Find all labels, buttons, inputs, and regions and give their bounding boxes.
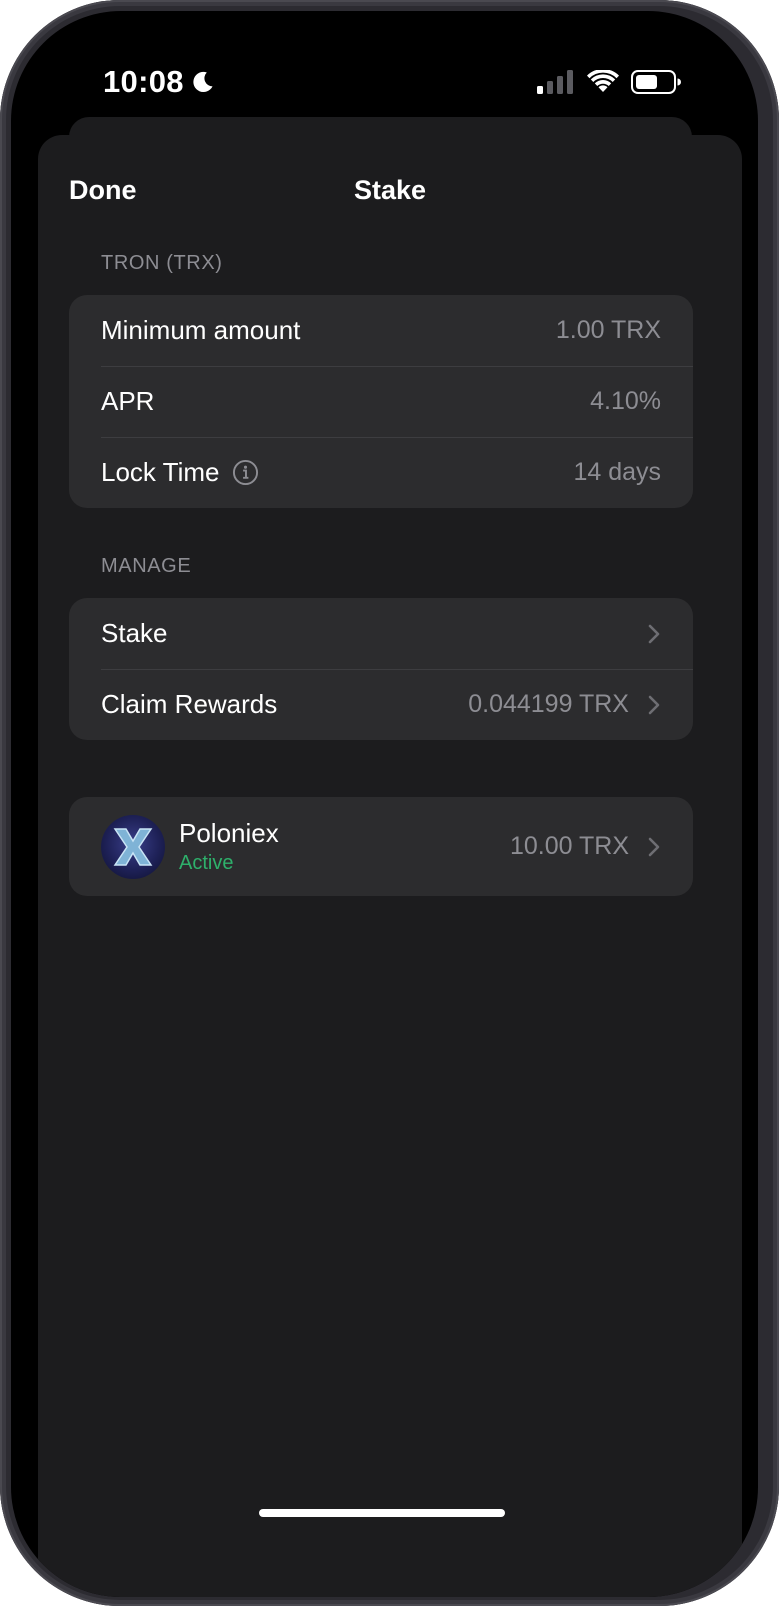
nav-title: Stake (353, 175, 427, 205)
row-lock-time: Lock Time 14 days (69, 437, 693, 508)
screen: 10:08 Stake Done TRON (TRX) Minimum amou… (11, 11, 758, 1597)
battery-icon (631, 70, 681, 94)
moon-icon (193, 71, 213, 93)
row-value: 0.044199 TRX (468, 690, 629, 718)
chevron-right-icon (648, 695, 660, 714)
row-label: Minimum amount (101, 315, 301, 345)
status-time-text: 10:08 (103, 64, 184, 99)
status-time: 10:08 (103, 64, 216, 100)
validator-amount: 10.00 TRX (509, 832, 629, 860)
validator-name: Poloniex (179, 817, 279, 848)
stake-sheet: Stake Done TRON (TRX) Minimum amount 1.0… (38, 135, 742, 1597)
row-value: 1.00 TRX (555, 316, 661, 344)
row-value: 4.10% (590, 387, 661, 415)
row-value: 14 days (573, 458, 661, 486)
validator-group: Poloniex Active 10.00 TRX (69, 797, 693, 896)
row-stake[interactable]: Stake (69, 598, 693, 669)
chevron-right-icon (648, 837, 660, 856)
manage-group: Stake Claim Rewards 0.044199 TRX (69, 598, 693, 740)
chevron-right-icon (648, 624, 660, 643)
wifi-icon (587, 70, 619, 92)
info-group: Minimum amount 1.00 TRX APR 4.10% Lock T… (69, 295, 693, 508)
poloniex-logo-icon (101, 814, 165, 879)
section-header-tron: TRON (TRX) (101, 252, 223, 274)
row-label: APR (101, 386, 155, 416)
row-label: Claim Rewards (101, 689, 278, 719)
status-indicators (537, 70, 681, 94)
row-claim-rewards[interactable]: Claim Rewards 0.044199 TRX (69, 669, 693, 740)
validator-status: Active (179, 851, 234, 874)
home-indicator[interactable] (259, 1509, 505, 1517)
done-button[interactable]: Done (69, 175, 137, 206)
row-label: Stake (101, 618, 168, 648)
row-apr: APR 4.10% (69, 366, 693, 437)
row-label: Lock Time (101, 457, 220, 487)
validator-row[interactable]: Poloniex Active 10.00 TRX (69, 797, 693, 896)
section-header-manage: MANAGE (101, 555, 192, 577)
cellular-signal-icon (537, 70, 573, 94)
phone-frame: 10:08 Stake Done TRON (TRX) Minimum amou… (0, 0, 779, 1606)
info-icon[interactable] (232, 459, 259, 486)
validator-text: Poloniex Active (179, 817, 279, 877)
row-minimum-amount: Minimum amount 1.00 TRX (69, 295, 693, 366)
